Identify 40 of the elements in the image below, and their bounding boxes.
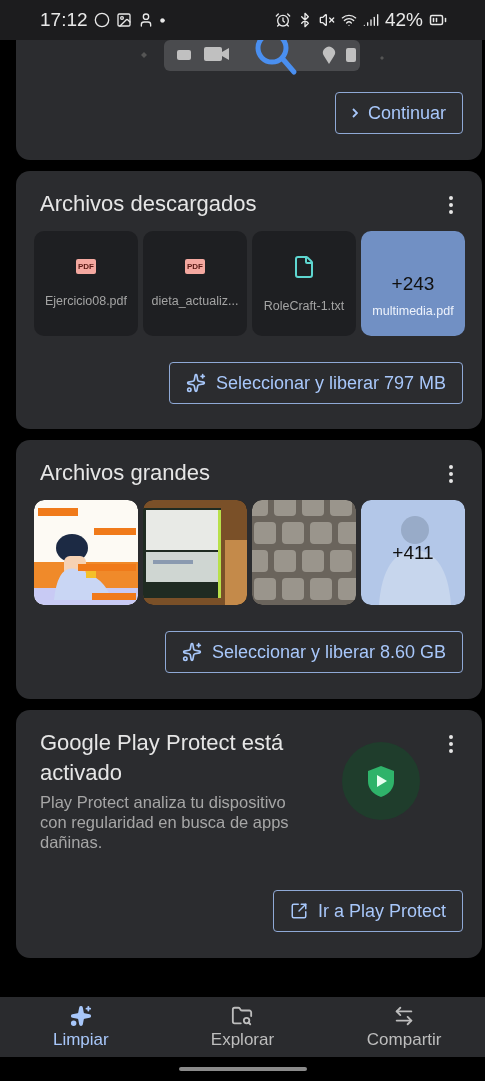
more-count: +243 (391, 272, 435, 295)
file-name: RoleCraft-1.txt (263, 298, 345, 313)
circle-icon (93, 12, 110, 28)
protect-description: Play Protect analiza tu dispositivo con regularidad en busca de apps dañinas. (39, 792, 290, 852)
play-protect-button[interactable]: Ir a Play Protect (272, 890, 463, 932)
signal-icon (362, 12, 379, 28)
file-tile[interactable]: PDF dieta_actualiz... (143, 231, 247, 336)
nav-tab[interactable]: Limpiar (0, 997, 162, 1057)
continue-button[interactable]: Continuar (334, 92, 463, 134)
sparkles-icon (181, 642, 202, 662)
nav-tab[interactable]: Compartir (323, 997, 485, 1057)
mute-icon (318, 12, 335, 28)
dot-icon (159, 17, 165, 23)
nav-tab[interactable]: Explorar (161, 997, 324, 1057)
open-external-icon (289, 902, 308, 920)
pdf-icon: PDF (76, 259, 96, 274)
wifi-icon (340, 12, 357, 28)
file-tile[interactable]: PDF Ejercicio08.pdf (34, 231, 138, 336)
file-name: dieta_actualiz... (151, 294, 239, 308)
section-title: Archivos descargados (39, 190, 257, 218)
section-title: Archivos grandes (39, 459, 210, 487)
free-up-button[interactable]: Seleccionar y liberar 797 MB (168, 362, 463, 404)
folder-search-icon (231, 1004, 254, 1027)
shield-icon (341, 742, 420, 820)
battery-percent: 42% (384, 9, 423, 31)
protect-title: Google Play Protect está activado (39, 729, 285, 787)
file-name: Ejercicio08.pdf (45, 294, 127, 308)
clock-time: 17:12 (40, 9, 88, 31)
file-tile[interactable]: RoleCraft-1.txt (252, 231, 356, 336)
file-name: multimedia.pdf (372, 304, 454, 318)
alarm-icon (274, 12, 291, 28)
chevron-icon (351, 108, 358, 118)
pdf-icon: PDF (185, 259, 205, 274)
free-up-button[interactable]: Seleccionar y liberar 8.60 GB (164, 631, 463, 673)
more-files-tile[interactable]: +243 multimedia.pdf (361, 231, 465, 336)
sparkles-icon (185, 373, 206, 393)
image-icon (115, 12, 132, 28)
more-count: +411 (392, 541, 434, 564)
sparkles-icon (69, 1004, 92, 1027)
file-icon (292, 254, 316, 279)
